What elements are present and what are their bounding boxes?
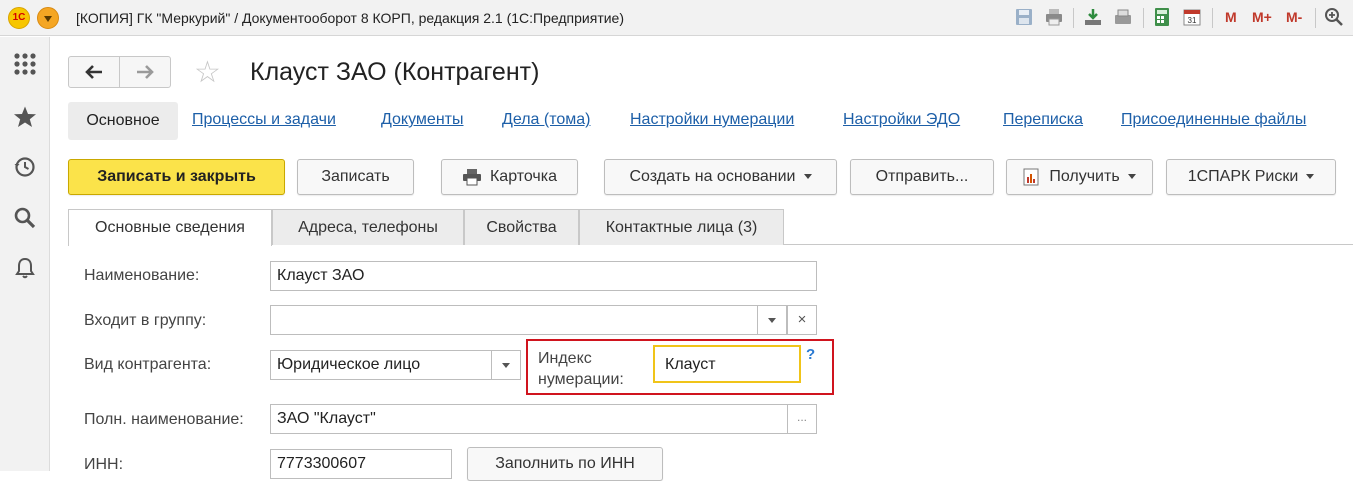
- send-button[interactable]: Отправить...: [850, 159, 994, 195]
- app-logo-icon[interactable]: 1С: [8, 7, 30, 29]
- full-name-input[interactable]: ЗАО "Клауст": [270, 404, 789, 434]
- receive-button-label: Получить: [1049, 168, 1120, 185]
- create-based-on-label: Создать на основании: [629, 168, 796, 185]
- page-title: Клауст ЗАО (Контрагент): [250, 58, 540, 86]
- chevron-down-icon: [1306, 174, 1315, 180]
- save-button[interactable]: Записать: [297, 159, 414, 195]
- nav-link-edo-settings[interactable]: Настройки ЭДО: [843, 111, 960, 129]
- toolbar-separator: [1315, 8, 1316, 28]
- arrow-right-icon: [137, 65, 154, 79]
- star-icon[interactable]: [13, 105, 37, 129]
- numbering-index-label: Индекс нумерации:: [538, 348, 624, 390]
- sidebar: [0, 37, 50, 471]
- card-button[interactable]: Карточка: [441, 159, 578, 195]
- tab-contact-persons[interactable]: Контактные лица (3): [579, 209, 784, 245]
- nav-item-main[interactable]: Основное: [68, 102, 178, 140]
- nav-link-numbering-settings[interactable]: Настройки нумерации: [630, 111, 794, 129]
- numbering-index-label-line1: Индекс: [538, 350, 592, 367]
- arrow-left-icon: [85, 65, 102, 79]
- counterparty-type-dropdown-button[interactable]: [491, 350, 521, 380]
- chevron-down-icon: [768, 318, 776, 324]
- main-menu-button[interactable]: [37, 7, 59, 29]
- spark-risks-button[interactable]: 1СПАРК Риски: [1166, 159, 1336, 195]
- numbering-index-input[interactable]: Клауст: [653, 345, 801, 383]
- toolbar-separator: [1143, 8, 1144, 28]
- spark-risks-label: 1СПАРК Риски: [1187, 168, 1299, 185]
- download-icon[interactable]: [1083, 7, 1103, 27]
- forward-button[interactable]: [119, 56, 171, 88]
- create-based-on-button[interactable]: Создать на основании: [604, 159, 837, 195]
- inn-label: ИНН:: [84, 456, 124, 473]
- memory-button[interactable]: M: [1225, 9, 1237, 25]
- nav-link-attached-files[interactable]: Присоединенные файлы: [1121, 111, 1306, 129]
- save-and-close-button[interactable]: Записать и закрыть: [68, 159, 285, 195]
- report-icon: [1023, 168, 1039, 186]
- bell-icon[interactable]: [13, 256, 37, 280]
- nav-link-processes[interactable]: Процессы и задачи: [192, 111, 336, 129]
- chevron-down-icon: [1127, 174, 1136, 180]
- receive-button[interactable]: Получить: [1006, 159, 1153, 195]
- scanner-icon[interactable]: [1113, 7, 1133, 27]
- memory-minus-button[interactable]: M-: [1286, 9, 1302, 25]
- inn-input[interactable]: 7773300607: [270, 449, 452, 479]
- printer-icon: [462, 168, 481, 186]
- history-icon[interactable]: [13, 155, 37, 179]
- counterparty-type-label: Вид контрагента:: [84, 356, 212, 373]
- help-icon[interactable]: ?: [806, 346, 815, 363]
- tab-addresses-phones[interactable]: Адреса, телефоны: [272, 209, 464, 245]
- tab-properties[interactable]: Свойства: [464, 209, 579, 245]
- save-icon[interactable]: [1014, 7, 1034, 27]
- title-bar: 1С [КОПИЯ] ГК "Меркурий" / Документообор…: [0, 0, 1353, 36]
- toolbar-separator: [1212, 8, 1213, 28]
- calculator-icon[interactable]: [1152, 7, 1172, 27]
- full-name-label: Полн. наименование:: [84, 411, 244, 428]
- group-clear-button[interactable]: ×: [787, 305, 817, 335]
- back-button[interactable]: [68, 56, 120, 88]
- group-dropdown-button[interactable]: [757, 305, 787, 335]
- nav-link-documents[interactable]: Документы: [381, 111, 463, 129]
- group-input[interactable]: [270, 305, 758, 335]
- name-label: Наименование:: [84, 267, 200, 284]
- calendar-icon[interactable]: 31: [1182, 7, 1202, 27]
- chevron-down-icon: [502, 363, 510, 369]
- zoom-in-icon[interactable]: [1324, 7, 1344, 27]
- numbering-index-label-line2: нумерации:: [538, 371, 624, 388]
- name-input[interactable]: Клауст ЗАО: [270, 261, 817, 291]
- group-label: Входит в группу:: [84, 312, 207, 329]
- tab-basic-info[interactable]: Основные сведения: [68, 209, 272, 246]
- card-button-label: Карточка: [489, 168, 558, 185]
- chevron-down-icon: [803, 174, 812, 180]
- apps-grid-icon[interactable]: [13, 52, 37, 76]
- memory-plus-button[interactable]: M+: [1252, 9, 1272, 25]
- full-name-expand-button[interactable]: ...: [787, 404, 817, 434]
- search-icon[interactable]: [13, 206, 37, 230]
- nav-link-cases[interactable]: Дела (тома): [502, 111, 590, 129]
- print-icon[interactable]: [1044, 7, 1064, 27]
- nav-link-correspondence[interactable]: Переписка: [1003, 111, 1083, 129]
- fill-by-inn-button[interactable]: Заполнить по ИНН: [467, 447, 663, 481]
- window-title: [КОПИЯ] ГК "Меркурий" / Документооборот …: [76, 10, 625, 26]
- favorite-star-icon[interactable]: ☆: [194, 58, 221, 88]
- counterparty-type-select[interactable]: Юридическое лицо: [270, 350, 492, 380]
- toolbar-separator: [1073, 8, 1074, 28]
- svg-text:31: 31: [1188, 16, 1197, 25]
